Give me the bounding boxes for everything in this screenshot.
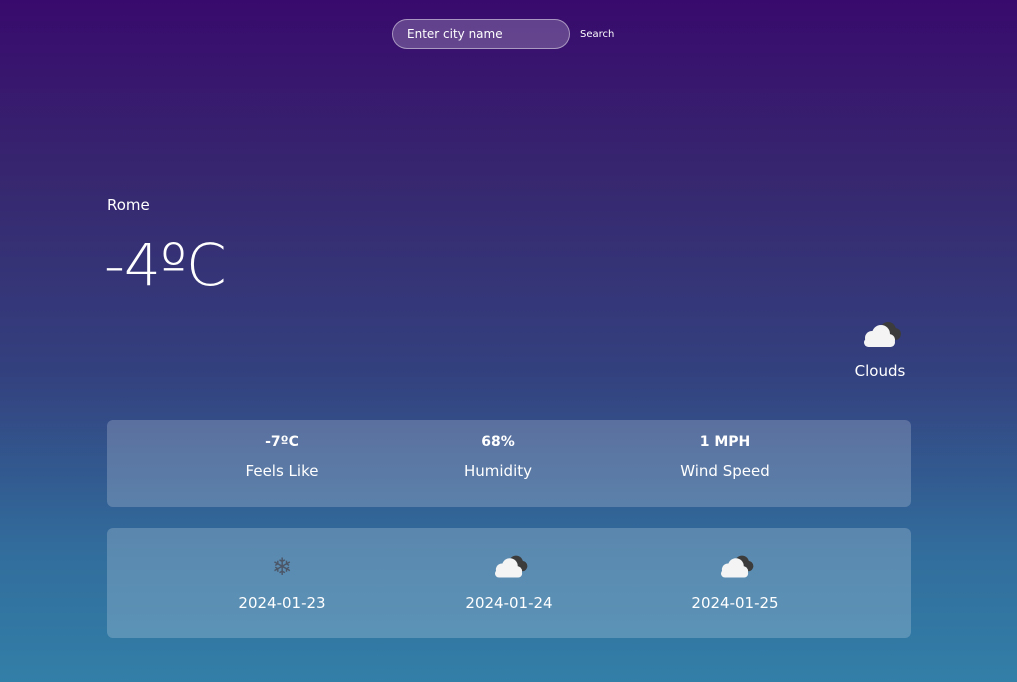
wind-speed-label: Wind Speed xyxy=(680,462,770,480)
forecast-day: ❄ 2024-01-23 xyxy=(207,552,357,612)
forecast-day: 2024-01-25 xyxy=(660,552,810,612)
forecast-date: 2024-01-24 xyxy=(465,594,553,612)
current-condition: Clouds xyxy=(832,318,928,380)
city-search-input[interactable] xyxy=(392,19,570,49)
forecast-date: 2024-01-23 xyxy=(238,594,326,612)
city-name: Rome xyxy=(107,196,150,214)
search-bar: Search xyxy=(392,19,618,49)
current-temperature: -4ºC xyxy=(104,231,227,299)
forecast-date: 2024-01-25 xyxy=(691,594,779,612)
clouds-icon xyxy=(721,555,754,578)
clouds-icon xyxy=(495,555,528,578)
weather-details-panel: -7ºC Feels Like 68% Humidity 1 MPH Wind … xyxy=(107,420,911,507)
forecast-day: 2024-01-24 xyxy=(434,552,584,612)
feels-like-label: Feels Like xyxy=(245,462,319,480)
humidity-detail: 68% Humidity xyxy=(423,434,573,480)
wind-speed-detail: 1 MPH Wind Speed xyxy=(650,434,800,480)
wind-speed-value: 1 MPH xyxy=(699,434,751,450)
feels-like-value: -7ºC xyxy=(265,434,299,450)
weather-app: { "search": { "placeholder": "Enter city… xyxy=(0,0,1017,682)
condition-label: Clouds xyxy=(854,362,906,380)
search-button[interactable]: Search xyxy=(576,25,618,44)
forecast-panel: ❄ 2024-01-23 2024-01-24 2024-01-25 xyxy=(107,528,911,638)
humidity-label: Humidity xyxy=(463,462,532,480)
snow-icon: ❄ xyxy=(271,553,293,581)
clouds-icon xyxy=(864,322,901,347)
humidity-value: 68% xyxy=(481,434,515,450)
feels-like-detail: -7ºC Feels Like xyxy=(207,434,357,480)
